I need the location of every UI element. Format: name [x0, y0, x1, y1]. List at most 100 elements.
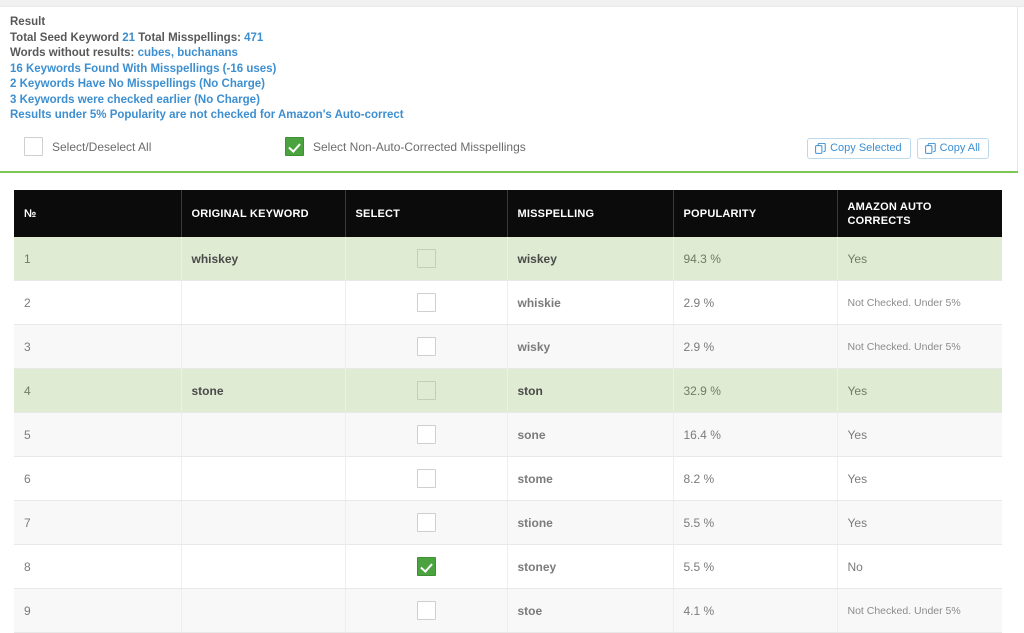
cell-misspelling: wiskey	[507, 237, 674, 281]
page-root: Result Total Seed Keyword 21 Total Missp…	[0, 0, 1024, 633]
cell-misspelling: stome	[507, 456, 674, 501]
cell-amazon-auto-corrects: Not Checked. Under 5%	[837, 280, 1002, 325]
table-row: 9 stoe 4.1 % Not Checked. Under 5%	[14, 588, 1002, 633]
row-select-checkbox[interactable]	[416, 293, 436, 312]
cell-original-keyword	[181, 588, 346, 633]
cell-misspelling: whiskie	[507, 280, 674, 325]
green-divider	[0, 171, 1018, 173]
col-popularity-label: POPULARITY	[683, 208, 757, 220]
table-row: 7 stione 5.5 % Yes	[14, 500, 1002, 545]
row-select-checkbox[interactable]	[416, 337, 436, 356]
cell-amazon-auto-corrects: Yes	[837, 412, 1002, 457]
select-non-auto-corrected-control[interactable]: Select Non-Auto-Corrected Misspellings	[285, 137, 526, 156]
table-row: 3 wisky 2.9 % Not Checked. Under 5%	[14, 324, 1002, 369]
select-deselect-all-label: Select/Deselect All	[52, 139, 152, 154]
cell-popularity: 16.4 %	[673, 412, 838, 457]
col-number[interactable]: №	[14, 190, 182, 237]
table-row: 2 whiskie 2.9 % Not Checked. Under 5%	[14, 280, 1002, 325]
col-misspelling-label: MISSPELLING	[517, 208, 595, 220]
result-heading: Result	[10, 16, 46, 28]
cell-original-keyword	[181, 412, 346, 457]
copy-all-button[interactable]: Copy All	[916, 138, 989, 159]
cell-number: 5	[14, 412, 182, 457]
total-misspellings-count: 471	[244, 32, 264, 44]
col-select[interactable]: SELECT	[345, 190, 508, 237]
row-select-checkbox[interactable]	[416, 381, 436, 400]
row-select-checkbox[interactable]	[416, 513, 436, 532]
cell-number: 9	[14, 588, 182, 633]
copy-icon	[815, 142, 826, 154]
table-row: 4 stone ston 32.9 % Yes	[14, 368, 1002, 413]
select-deselect-all-checkbox[interactable]	[24, 137, 43, 156]
top-strip	[0, 0, 1024, 7]
table-header-row: № ORIGINAL KEYWORD SELECT MISSPELLING PO…	[14, 190, 1002, 237]
cell-number: 7	[14, 500, 182, 545]
words-without-results-line: Words without results: cubes, buchanans	[10, 46, 1017, 61]
cell-popularity: 2.9 %	[673, 324, 838, 369]
row-select-checkbox[interactable]	[416, 601, 436, 620]
results-table-wrapper: № ORIGINAL KEYWORD SELECT MISSPELLING PO…	[14, 190, 1002, 633]
table-head: № ORIGINAL KEYWORD SELECT MISSPELLING PO…	[14, 190, 1002, 237]
cell-number: 4	[14, 368, 182, 413]
col-original-keyword-label: ORIGINAL KEYWORD	[191, 208, 309, 220]
cell-popularity: 5.5 %	[673, 500, 838, 545]
cell-original-keyword: whiskey	[181, 237, 346, 281]
cell-popularity: 4.1 %	[673, 588, 838, 633]
summary-mid: Total Misspellings:	[135, 32, 245, 44]
summary-totals-line: Total Seed Keyword 21 Total Misspellings…	[10, 31, 1017, 46]
keywords-checked-earlier-line: 3 Keywords were checked earlier (No Char…	[10, 93, 260, 106]
copy-icon	[924, 142, 936, 154]
table-row: 6 stome 8.2 % Yes	[14, 456, 1002, 501]
cell-number: 1	[14, 237, 182, 281]
cell-popularity: 94.3 %	[673, 237, 838, 281]
col-original-keyword[interactable]: ORIGINAL KEYWORD	[181, 190, 346, 237]
cell-popularity: 2.9 %	[673, 280, 838, 325]
cell-amazon-auto-corrects: Yes	[837, 456, 1002, 501]
copy-selected-button[interactable]: Copy Selected	[807, 138, 911, 159]
result-panel: Result Total Seed Keyword 21 Total Missp…	[0, 7, 1018, 172]
cell-number: 6	[14, 456, 182, 501]
summary-prefix: Total Seed Keyword	[10, 32, 123, 44]
row-select-checkbox[interactable]	[416, 469, 436, 488]
cell-amazon-auto-corrects: Yes	[837, 500, 1002, 545]
copy-button-group: Copy Selected Copy All	[807, 138, 989, 159]
keywords-no-misspellings-line: 2 Keywords Have No Misspellings (No Char…	[10, 78, 265, 91]
words-without-results-label: Words without results:	[10, 47, 138, 60]
col-misspelling[interactable]: MISSPELLING	[507, 190, 674, 237]
table-row: 5 sone 16.4 % Yes	[14, 412, 1002, 457]
table-row: 1 whiskey wiskey 94.3 % Yes	[14, 237, 1002, 281]
col-number-label: №	[24, 208, 37, 220]
keywords-found-line: 16 Keywords Found With Misspellings (-16…	[10, 62, 277, 75]
table-body: 1 whiskey wiskey 94.3 % Yes 2 whiskie 2.9 % Not …	[14, 237, 1002, 633]
cell-select	[345, 412, 508, 457]
row-select-checkbox[interactable]	[416, 249, 436, 268]
col-select-label: SELECT	[355, 208, 401, 220]
row-select-checkbox[interactable]	[416, 425, 436, 444]
cell-number: 3	[14, 324, 182, 369]
select-non-auto-corrected-label: Select Non-Auto-Corrected Misspellings	[313, 139, 526, 154]
cell-select	[345, 500, 508, 545]
select-non-auto-corrected-checkbox[interactable]	[285, 137, 304, 156]
cell-amazon-auto-corrects: Not Checked. Under 5%	[837, 324, 1002, 369]
cell-original-keyword	[181, 500, 346, 545]
words-without-results-values: cubes, buchanans	[137, 47, 238, 60]
cell-amazon-auto-corrects: Not Checked. Under 5%	[837, 588, 1002, 633]
cell-select	[345, 280, 508, 325]
select-deselect-all-control[interactable]: Select/Deselect All	[24, 137, 151, 156]
cell-select	[345, 588, 508, 633]
col-amazon-auto-corrects[interactable]: AMAZON AUTO CORRECTS	[837, 190, 1002, 237]
cell-misspelling: ston	[507, 368, 674, 413]
cell-original-keyword: stone	[181, 368, 346, 413]
col-popularity[interactable]: POPULARITY	[673, 190, 838, 237]
copy-selected-label: Copy Selected	[830, 142, 902, 154]
cell-original-keyword	[181, 324, 346, 369]
controls-row: Select/Deselect All Select Non-Auto-Corr…	[10, 137, 1007, 163]
cell-select	[345, 368, 508, 413]
col-amazon-auto-corrects-label-1: AMAZON AUTO	[847, 201, 932, 213]
cell-select	[345, 456, 508, 501]
cell-misspelling: stoe	[507, 588, 674, 633]
cell-number: 2	[14, 280, 182, 325]
row-select-checkbox[interactable]	[416, 557, 436, 576]
cell-misspelling: stione	[507, 500, 674, 545]
cell-original-keyword	[181, 456, 346, 501]
